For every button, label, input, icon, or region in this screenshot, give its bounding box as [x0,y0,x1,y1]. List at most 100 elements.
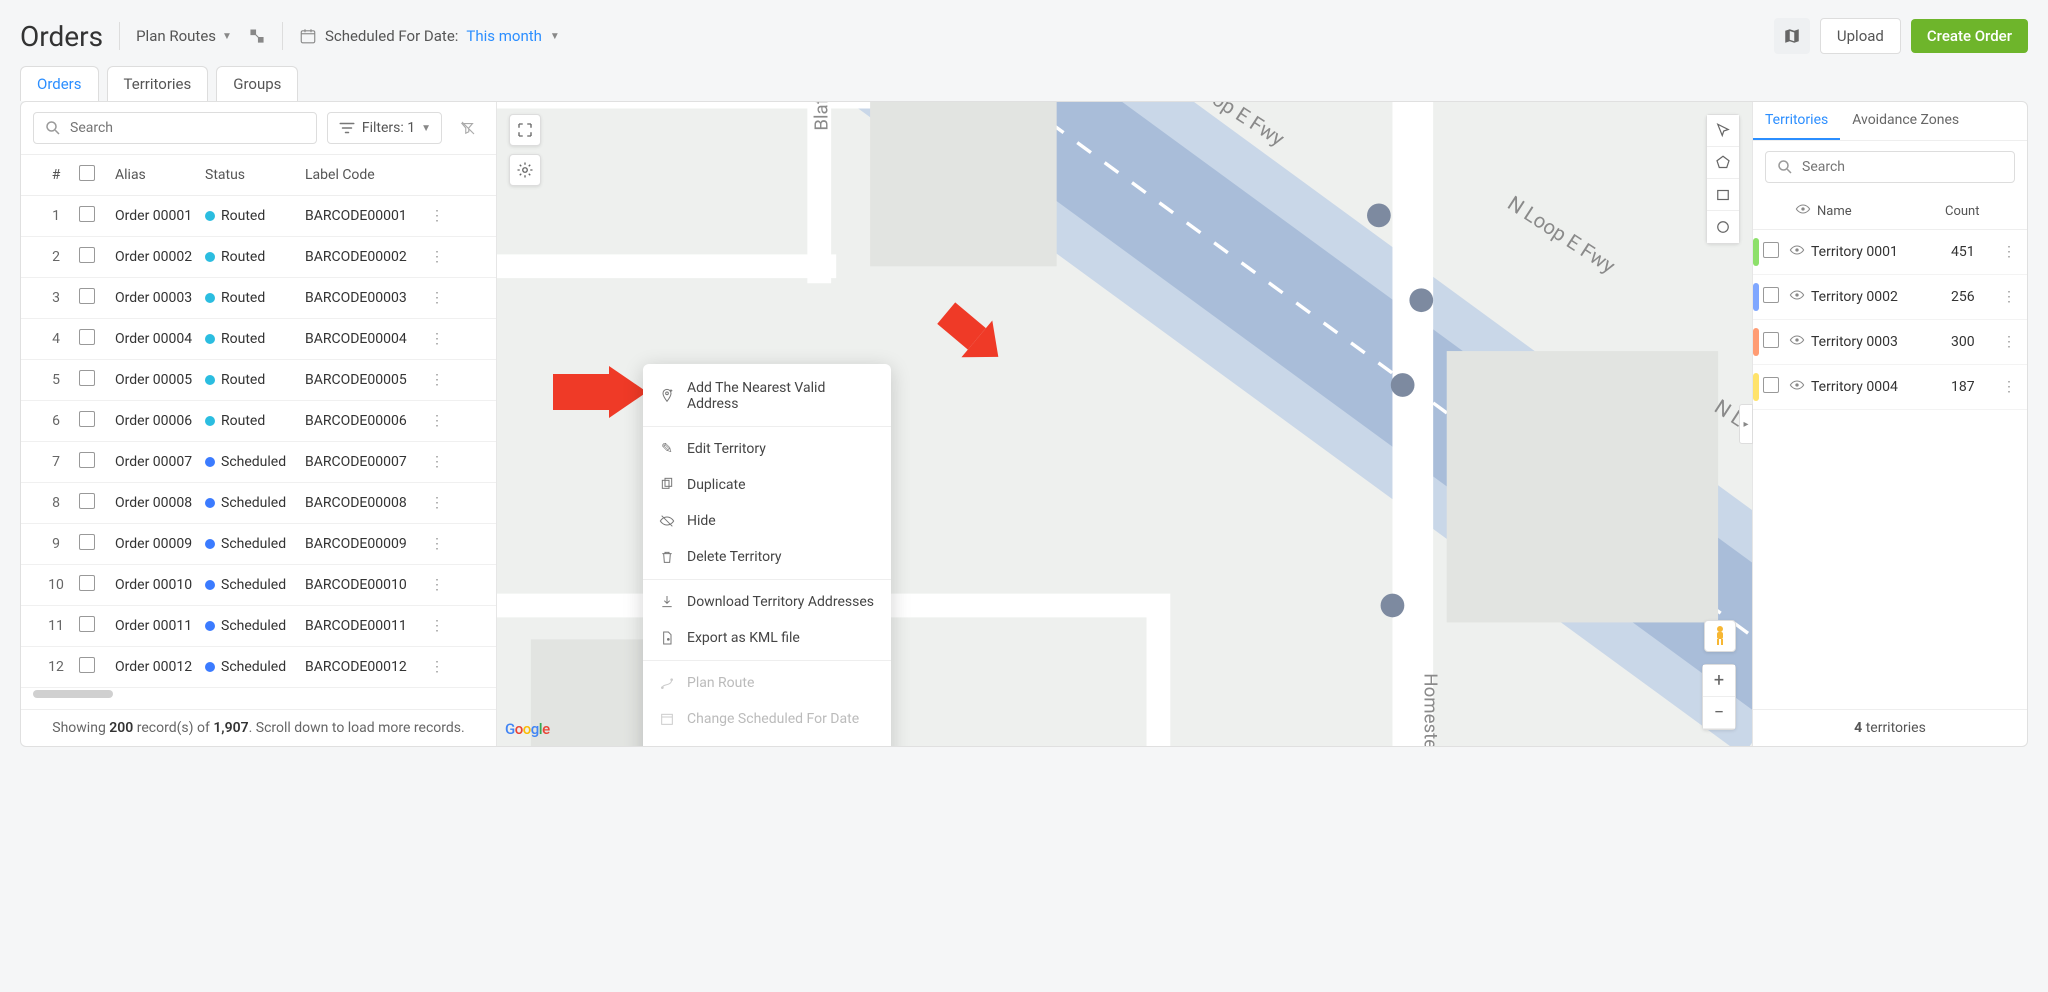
row-menu-button[interactable]: ⋮ [425,331,449,347]
cm-hide[interactable]: Hide [643,503,891,539]
orders-search[interactable] [33,112,317,144]
row-checkbox[interactable] [79,370,95,386]
filters-button[interactable]: Filters: 1 ▼ [327,112,442,144]
territory-checkbox[interactable] [1763,377,1779,393]
map-zoom-out[interactable]: − [1703,697,1735,729]
territory-visibility[interactable] [1783,287,1811,307]
row-menu-button[interactable]: ⋮ [425,290,449,306]
row-menu-button[interactable]: ⋮ [425,413,449,429]
row-status: Scheduled [205,536,305,552]
polygon-icon [1714,154,1732,172]
territory-row[interactable]: Territory 0002 256 ⋮ [1753,275,2027,320]
row-menu-button[interactable]: ⋮ [425,536,449,552]
row-menu-button[interactable]: ⋮ [425,372,449,388]
visibility-toggle-all[interactable] [1789,201,1817,221]
map-circle-tool[interactable] [1707,211,1739,243]
table-row[interactable]: 6 Order 00006 Routed BARCODE00006 ⋮ [21,401,496,442]
cm-add-nearest-address[interactable]: Add The Nearest Valid Address [643,370,891,422]
select-all-checkbox[interactable] [79,165,95,181]
territory-row[interactable]: Territory 0004 187 ⋮ [1753,365,2027,410]
calendar-icon [659,711,675,727]
row-menu-button[interactable]: ⋮ [425,495,449,511]
table-row[interactable]: 2 Order 00002 Routed BARCODE00002 ⋮ [21,237,496,278]
row-checkbox[interactable] [79,288,95,304]
table-row[interactable]: 9 Order 00009 Scheduled BARCODE00009 ⋮ [21,524,496,565]
create-order-button[interactable]: Create Order [1911,19,2028,53]
territory-row[interactable]: Territory 0003 300 ⋮ [1753,320,2027,365]
territory-checkbox[interactable] [1763,242,1779,258]
filters-label: Filters: 1 [362,120,415,136]
row-checkbox[interactable] [79,657,95,673]
cm-delete-territory[interactable]: Delete Territory [643,539,891,575]
cm-export-kml[interactable]: Export as KML file [643,620,891,656]
table-row[interactable]: 11 Order 00011 Scheduled BARCODE00011 ⋮ [21,606,496,647]
territories-search[interactable] [1765,151,2015,183]
table-row[interactable]: 3 Order 00003 Routed BARCODE00003 ⋮ [21,278,496,319]
pegman-button[interactable] [1704,620,1736,652]
rtab-territories[interactable]: Territories [1753,102,1840,140]
territory-visibility[interactable] [1783,242,1811,262]
table-row[interactable]: 4 Order 00004 Routed BARCODE00004 ⋮ [21,319,496,360]
territory-menu-button[interactable]: ⋮ [1997,244,2021,260]
row-menu-button[interactable]: ⋮ [425,659,449,675]
territory-checkbox[interactable] [1763,287,1779,303]
upload-button[interactable]: Upload [1820,18,1901,54]
table-row[interactable]: 12 Order 00012 Scheduled BARCODE00012 ⋮ [21,647,496,688]
row-num: 10 [33,577,79,593]
row-checkbox[interactable] [79,493,95,509]
territory-menu-button[interactable]: ⋮ [1997,334,2021,350]
tab-orders[interactable]: Orders [20,66,99,101]
row-alias: Order 00009 [115,536,205,552]
territory-visibility[interactable] [1783,332,1811,352]
table-row[interactable]: 7 Order 00007 Scheduled BARCODE00007 ⋮ [21,442,496,483]
row-checkbox[interactable] [79,452,95,468]
map-rect-tool[interactable] [1707,179,1739,211]
row-num: 2 [33,249,79,265]
row-checkbox[interactable] [79,329,95,345]
cm-edit-territory[interactable]: ✎ Edit Territory [643,431,891,467]
territory-checkbox[interactable] [1763,332,1779,348]
scheduled-date-filter[interactable]: Scheduled For Date: This month ▼ [299,27,560,45]
territory-menu-button[interactable]: ⋮ [1997,289,2021,305]
orders-hscroll[interactable] [33,690,484,698]
table-row[interactable]: 1 Order 00001 Routed BARCODE00001 ⋮ [21,196,496,237]
plan-routes-button[interactable]: Plan Routes ▼ [136,27,232,45]
row-menu-button[interactable]: ⋮ [425,249,449,265]
row-checkbox[interactable] [79,575,95,591]
map-zoom-in[interactable]: + [1703,665,1735,697]
row-menu-button[interactable]: ⋮ [425,577,449,593]
row-num: 3 [33,290,79,306]
map-settings-button[interactable] [509,154,541,186]
row-checkbox[interactable] [79,534,95,550]
map-cursor-tool[interactable] [1707,115,1739,147]
table-row[interactable]: 5 Order 00005 Routed BARCODE00005 ⋮ [21,360,496,401]
table-row[interactable]: 10 Order 00010 Scheduled BARCODE00010 ⋮ [21,565,496,606]
territories-search-input[interactable] [1802,159,2004,175]
table-row[interactable]: 8 Order 00008 Scheduled BARCODE00008 ⋮ [21,483,496,524]
route-icon-button[interactable] [248,27,266,45]
map-polygon-tool[interactable] [1707,147,1739,179]
row-code: BARCODE00001 [305,208,425,224]
map-toggle-button[interactable] [1774,18,1810,54]
row-checkbox[interactable] [79,206,95,222]
row-menu-button[interactable]: ⋮ [425,618,449,634]
cm-download-addresses[interactable]: Download Territory Addresses [643,584,891,620]
collapse-right-panel[interactable]: ▸ [1739,404,1753,444]
rtab-avoidance[interactable]: Avoidance Zones [1840,102,1971,140]
territory-row[interactable]: Territory 0001 451 ⋮ [1753,230,2027,275]
tab-territories[interactable]: Territories [107,66,209,101]
map-fullscreen-button[interactable] [509,114,541,146]
tab-groups[interactable]: Groups [216,66,298,101]
row-menu-button[interactable]: ⋮ [425,208,449,224]
gear-icon [516,161,534,179]
cm-duplicate[interactable]: Duplicate [643,467,891,503]
territory-menu-button[interactable]: ⋮ [1997,379,2021,395]
territory-visibility[interactable] [1783,377,1811,397]
orders-search-input[interactable] [70,120,306,136]
row-checkbox[interactable] [79,411,95,427]
row-code: BARCODE00004 [305,331,425,347]
row-checkbox[interactable] [79,616,95,632]
row-checkbox[interactable] [79,247,95,263]
clear-filters-button[interactable] [452,112,484,144]
row-menu-button[interactable]: ⋮ [425,454,449,470]
